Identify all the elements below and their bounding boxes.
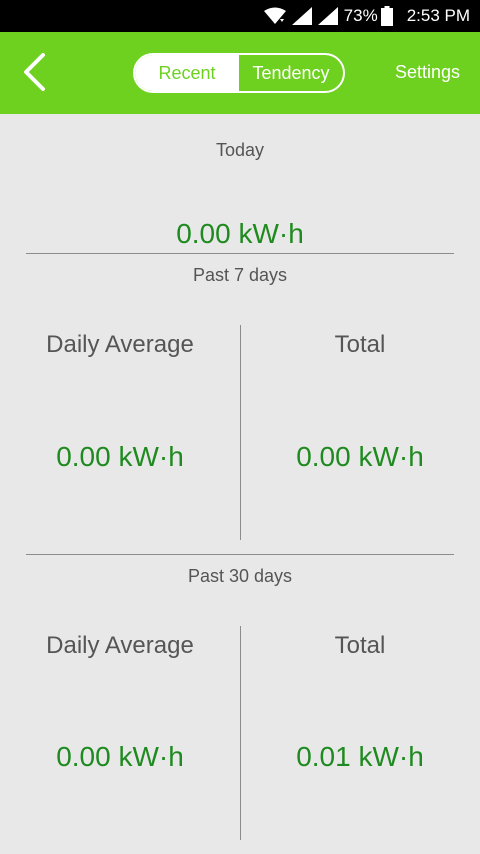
past-7-daily-average-value: 0.00 kW·h xyxy=(56,441,184,472)
signal-icon xyxy=(291,7,312,25)
column-divider xyxy=(240,325,241,540)
wifi-icon xyxy=(263,7,286,25)
battery-icon xyxy=(380,6,393,26)
column-divider xyxy=(240,626,241,840)
past-30-total-label: Total xyxy=(334,632,386,659)
past-30-daily-average-label: Daily Average xyxy=(46,632,194,659)
chevron-left-icon xyxy=(21,52,47,96)
divider xyxy=(26,253,454,254)
today-label: Today xyxy=(215,140,265,160)
past-7-total-label: Total xyxy=(334,331,386,358)
status-bar: 73% 2:53 PM xyxy=(0,0,480,32)
past-30-total-value: 0.01 kW·h xyxy=(296,741,424,772)
today-value: 0.00 kW·h xyxy=(176,218,304,249)
tab-tendency[interactable]: Tendency xyxy=(239,55,343,91)
app-header: Recent Tendency Settings xyxy=(0,32,480,114)
divider xyxy=(26,554,454,555)
past-30-days-label: Past 30 days xyxy=(187,566,293,586)
view-toggle: Recent Tendency xyxy=(133,53,345,93)
past-7-days-label: Past 7 days xyxy=(192,265,288,285)
tab-recent[interactable]: Recent xyxy=(135,55,239,91)
past-7-daily-average-label: Daily Average xyxy=(46,331,194,358)
back-button[interactable] xyxy=(14,52,54,96)
settings-button[interactable]: Settings xyxy=(395,62,460,83)
past-30-daily-average-value: 0.00 kW·h xyxy=(56,741,184,772)
signal-icon xyxy=(317,7,338,25)
battery-percent: 73% xyxy=(343,6,378,25)
status-time: 2:53 PM xyxy=(406,6,470,25)
past-7-total-value: 0.00 kW·h xyxy=(296,441,424,472)
